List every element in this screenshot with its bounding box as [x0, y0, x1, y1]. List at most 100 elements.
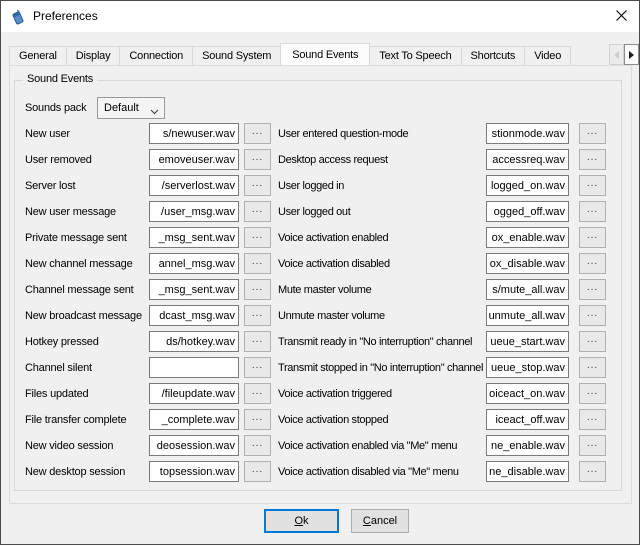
browse-button[interactable]: ... — [579, 409, 606, 430]
sound-file-input[interactable]: _msg_sent.wav — [149, 227, 239, 248]
browse-button[interactable]: ... — [579, 175, 606, 196]
browse-button[interactable]: ... — [244, 149, 271, 170]
sound-event-row: New video session deosession.wav ... — [25, 433, 271, 459]
event-label: File transfer complete — [25, 414, 148, 426]
sound-events-column-left: New user s/newuser.wav ... User removed … — [25, 121, 271, 485]
sound-file-input[interactable]: unmute_all.wav — [486, 305, 569, 326]
browse-button[interactable]: ... — [244, 305, 271, 326]
browse-button[interactable]: ... — [244, 331, 271, 352]
sound-file-value: /user_msg.wav — [161, 206, 235, 218]
event-label: New channel message — [25, 258, 148, 270]
sound-file-input[interactable]: logged_on.wav — [486, 175, 569, 196]
browse-button[interactable]: ... — [579, 123, 606, 144]
tab-general[interactable]: General — [9, 46, 67, 65]
close-button[interactable] — [603, 1, 639, 32]
sound-event-row: New user s/newuser.wav ... — [25, 121, 271, 147]
browse-button[interactable]: ... — [579, 279, 606, 300]
sound-file-value: accessreq.wav — [492, 154, 565, 166]
sound-file-input[interactable]: /fileupdate.wav — [149, 383, 239, 404]
browse-button[interactable]: ... — [579, 253, 606, 274]
browse-button[interactable]: ... — [244, 279, 271, 300]
sound-file-input[interactable]: ogged_off.wav — [486, 201, 569, 222]
tab-sound-system[interactable]: Sound System — [192, 46, 281, 65]
sound-event-row: Voice activation enabled ox_enable.wav .… — [278, 225, 608, 251]
sound-file-input[interactable]: /serverlost.wav — [149, 175, 239, 196]
sound-file-input[interactable]: s/newuser.wav — [149, 123, 239, 144]
browse-button[interactable]: ... — [244, 435, 271, 456]
browse-button[interactable]: ... — [244, 409, 271, 430]
sound-file-input[interactable]: ox_disable.wav — [486, 253, 569, 274]
sound-file-input[interactable]: ne_enable.wav — [486, 435, 569, 456]
sound-event-row: Desktop access request accessreq.wav ... — [278, 147, 608, 173]
browse-button[interactable]: ... — [579, 461, 606, 482]
browse-button[interactable]: ... — [244, 461, 271, 482]
tab-shortcuts[interactable]: Shortcuts — [461, 46, 526, 65]
sound-file-input[interactable]: ueue_start.wav — [486, 331, 569, 352]
browse-button[interactable]: ... — [244, 175, 271, 196]
sound-event-row: Transmit stopped in "No interruption" ch… — [278, 355, 608, 381]
browse-button[interactable]: ... — [244, 253, 271, 274]
tab-scroll-left-button[interactable] — [609, 44, 624, 65]
sound-file-input[interactable]: s/mute_all.wav — [486, 279, 569, 300]
browse-button[interactable]: ... — [579, 227, 606, 248]
browse-button[interactable]: ... — [579, 331, 606, 352]
sound-file-input[interactable]: emoveuser.wav — [149, 149, 239, 170]
event-label: New user — [25, 128, 148, 140]
cancel-button[interactable]: Cancel — [351, 509, 409, 533]
sound-file-value: topsession.wav — [160, 466, 235, 478]
sound-file-value: stionmode.wav — [492, 128, 565, 140]
browse-button[interactable]: ... — [579, 305, 606, 326]
sound-event-row: Mute master volume s/mute_all.wav ... — [278, 277, 608, 303]
event-label: Mute master volume — [278, 284, 485, 296]
browse-button[interactable]: ... — [579, 435, 606, 456]
sound-file-input[interactable]: deosession.wav — [149, 435, 239, 456]
tab-connection[interactable]: Connection — [119, 46, 193, 65]
tab-video[interactable]: Video — [524, 46, 571, 65]
sound-file-input[interactable]: ds/hotkey.wav — [149, 331, 239, 352]
sound-file-input[interactable]: ueue_stop.wav — [486, 357, 569, 378]
sound-file-value: _complete.wav — [162, 414, 235, 426]
browse-button[interactable]: ... — [579, 357, 606, 378]
sounds-pack-select[interactable]: Default — [97, 97, 165, 119]
browse-button[interactable]: ... — [244, 357, 271, 378]
browse-button[interactable]: ... — [579, 383, 606, 404]
sound-event-row: User removed emoveuser.wav ... — [25, 147, 271, 173]
sound-file-input[interactable]: topsession.wav — [149, 461, 239, 482]
browse-button[interactable]: ... — [244, 123, 271, 144]
sound-file-value: annel_msg.wav — [159, 258, 235, 270]
ok-button[interactable]: Ok — [264, 509, 339, 533]
event-label: User removed — [25, 154, 148, 166]
event-label: Hotkey pressed — [25, 336, 148, 348]
sound-file-input[interactable]: ox_enable.wav — [486, 227, 569, 248]
tab-sound-events[interactable]: Sound Events — [280, 43, 370, 65]
sound-event-row: Voice activation enabled via "Me" menu n… — [278, 433, 608, 459]
event-label: Voice activation triggered — [278, 388, 485, 400]
sound-file-input[interactable]: dcast_msg.wav — [149, 305, 239, 326]
app-icon — [10, 9, 26, 25]
browse-button[interactable]: ... — [579, 201, 606, 222]
browse-button[interactable]: ... — [244, 227, 271, 248]
browse-button[interactable]: ... — [244, 201, 271, 222]
sound-file-input[interactable]: _complete.wav — [149, 409, 239, 430]
tab-scroll-right-button[interactable] — [624, 44, 639, 65]
sound-file-input[interactable]: annel_msg.wav — [149, 253, 239, 274]
event-label: New video session — [25, 440, 148, 452]
sound-file-value: ox_enable.wav — [492, 232, 565, 244]
event-label: New desktop session — [25, 466, 148, 478]
sound-file-input[interactable]: /user_msg.wav — [149, 201, 239, 222]
sound-file-input[interactable]: iceact_off.wav — [486, 409, 569, 430]
sound-file-input[interactable]: accessreq.wav — [486, 149, 569, 170]
chevron-left-icon — [614, 51, 619, 59]
browse-button[interactable]: ... — [244, 383, 271, 404]
event-label: Voice activation disabled via "Me" menu — [278, 466, 485, 478]
tab-text-to-speech[interactable]: Text To Speech — [369, 46, 461, 65]
sound-file-input[interactable]: oiceact_on.wav — [486, 383, 569, 404]
chevron-right-icon — [629, 51, 634, 59]
browse-button[interactable]: ... — [579, 149, 606, 170]
sound-event-row: Transmit ready in "No interruption" chan… — [278, 329, 608, 355]
sound-file-input[interactable]: _msg_sent.wav — [149, 279, 239, 300]
sound-file-input[interactable]: stionmode.wav — [486, 123, 569, 144]
sound-file-input[interactable]: ne_disable.wav — [486, 461, 569, 482]
tab-display[interactable]: Display — [66, 46, 121, 65]
sound-file-input[interactable] — [149, 357, 239, 378]
